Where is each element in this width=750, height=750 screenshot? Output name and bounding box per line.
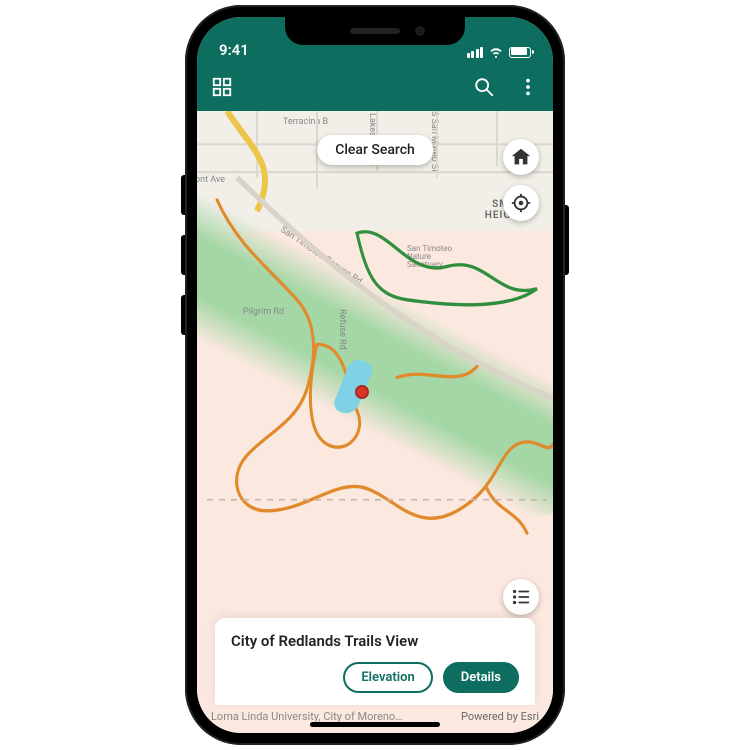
map-attribution: Loma Linda University, City of Moreno… P… — [197, 707, 553, 733]
home-indicator[interactable] — [310, 722, 440, 727]
elevation-button[interactable]: Elevation — [343, 662, 432, 693]
info-card: City of Redlands Trails View Elevation D… — [215, 618, 535, 705]
list-icon — [510, 586, 532, 608]
search-icon[interactable] — [473, 76, 495, 98]
status-time: 9:41 — [219, 41, 249, 59]
layers-list-button[interactable] — [503, 579, 539, 615]
app-bar — [197, 63, 553, 111]
card-title: City of Redlands Trails View — [231, 632, 519, 650]
screen: 9:41 — [197, 17, 553, 733]
phone-frame: 9:41 — [185, 5, 565, 745]
wifi-icon — [489, 45, 503, 59]
more-icon[interactable] — [517, 76, 539, 98]
home-icon — [510, 146, 532, 168]
clear-search-button[interactable]: Clear Search — [317, 135, 433, 165]
locate-icon — [510, 192, 532, 214]
map-view[interactable]: Terracina B Lakeside Ave S San Mateo St … — [197, 111, 553, 733]
notch — [285, 17, 465, 45]
grid-menu-icon[interactable] — [211, 76, 233, 98]
home-extent-button[interactable] — [503, 139, 539, 175]
cellular-icon — [467, 47, 484, 58]
details-button[interactable]: Details — [443, 662, 519, 693]
attribution-powered-by[interactable]: Powered by Esri — [461, 710, 539, 723]
locate-me-button[interactable] — [503, 185, 539, 221]
map-pin[interactable] — [355, 385, 369, 399]
battery-icon — [509, 47, 531, 58]
